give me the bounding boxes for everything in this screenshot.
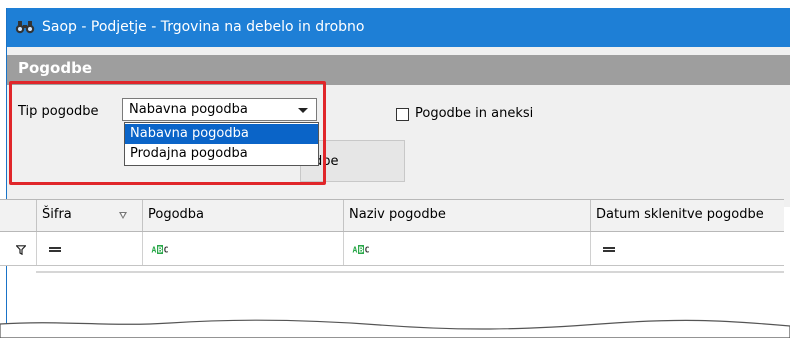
filter-row-indicator[interactable] [7,232,37,265]
sort-icon[interactable] [119,212,127,219]
column-header-sifra[interactable]: Šifra [37,200,143,231]
grid-divider [36,271,784,273]
window-title: Saop - Podjetje - Trgovina na debelo in … [42,19,365,35]
equals-icon[interactable] [49,247,61,252]
pogodbe-in-aneksi-label[interactable]: Pogodbe in aneksi [415,106,533,121]
column-header-naziv-pogodbe[interactable]: Naziv pogodbe [344,200,591,231]
pogodbe-in-aneksi-checkbox[interactable] [396,108,409,121]
filter-cell-sifra[interactable] [37,232,143,265]
column-header-datum-sklenitve[interactable]: Datum sklenitve pogodbe [591,200,790,231]
title-bar: Saop - Podjetje - Trgovina na debelo in … [7,8,790,47]
svg-text:A: A [152,246,157,254]
filter-icon [16,245,26,255]
abc-icon[interactable]: A B C [352,245,370,254]
svg-text:B: B [158,246,163,254]
svg-text:C: C [365,246,370,254]
form-header-title: Pogodbe [18,59,92,77]
filter-cell-datum-sklenitve[interactable] [591,232,790,265]
column-header-pogodba[interactable]: Pogodba [143,200,344,231]
svg-text:C: C [164,246,169,254]
grid-filter-row: A B C A B C [0,232,784,266]
svg-text:A: A [353,246,358,254]
binoculars-icon [15,21,35,34]
column-header-datum-sklenitve-label: Datum sklenitve pogodbe [596,207,764,222]
column-header-sifra-label: Šifra [42,207,72,222]
row-indicator-header [7,200,37,231]
highlight-frame [9,81,326,185]
filter-cell-naziv-pogodbe[interactable]: A B C [344,232,591,265]
torn-edge [0,319,790,338]
column-header-naziv-pogodbe-label: Naziv pogodbe [349,207,446,222]
grid-header: Šifra Pogodba Naziv pogodbe Datum skleni… [0,199,784,232]
column-header-pogodba-label: Pogodba [148,207,205,222]
abc-icon[interactable]: A B C [151,245,169,254]
filter-cell-pogodba[interactable]: A B C [143,232,344,265]
equals-icon[interactable] [603,247,615,252]
svg-text:B: B [359,246,364,254]
